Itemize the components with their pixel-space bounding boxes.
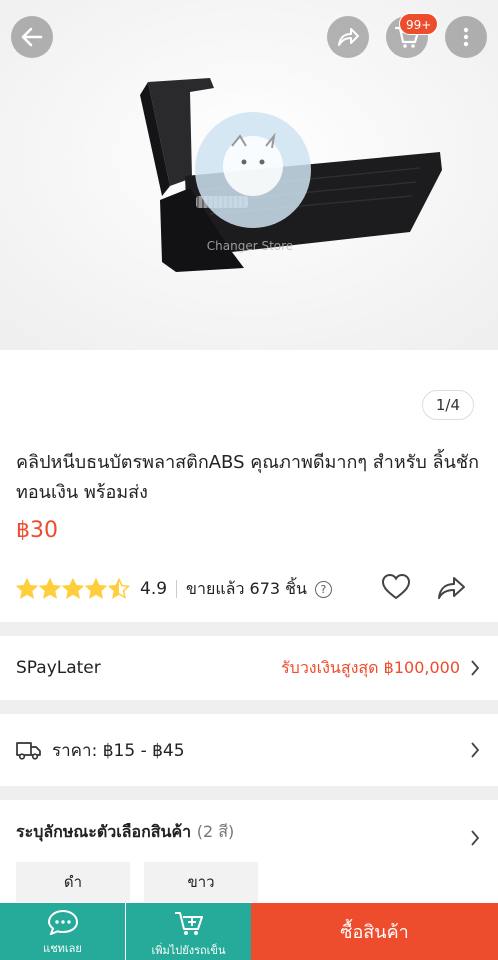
spaylater-row[interactable]: SPayLater รับวงเงินสูงสุด ฿100,000 xyxy=(0,636,498,700)
variant-title: ระบุลักษณะตัวเลือกสินค้า (2 สี) xyxy=(16,820,234,845)
truck-icon xyxy=(16,742,41,760)
section-gap xyxy=(0,700,498,714)
share-button[interactable] xyxy=(327,16,369,58)
cart-count-badge: 99+ xyxy=(399,13,439,35)
variant-count: (2 สี) xyxy=(196,822,235,841)
star-icon xyxy=(16,578,38,599)
back-button[interactable] xyxy=(11,16,53,58)
rating-row: 4.9 ขายแล้ว 673 ชิ้น ? xyxy=(16,571,486,604)
chat-icon xyxy=(47,909,78,935)
more-vertical-icon xyxy=(463,27,469,47)
product-title: คลิปหนีบธนบัตรพลาสติกABS คุณภาพดีมากๆ สำ… xyxy=(16,452,479,503)
divider xyxy=(176,580,178,598)
variant-option-white[interactable]: ขาว xyxy=(144,862,258,902)
spaylater-label: SPayLater xyxy=(16,658,101,678)
rating-stars xyxy=(16,578,131,600)
section-gap xyxy=(0,622,498,636)
star-icon xyxy=(39,578,61,599)
buy-now-label: ซื้อสินค้า xyxy=(340,922,409,943)
add-to-cart-button[interactable]: เพิ่มไปยังรถเข็น xyxy=(126,903,251,960)
chevron-right-icon xyxy=(471,830,480,846)
star-icon xyxy=(62,578,84,599)
back-arrow-icon xyxy=(21,27,43,47)
share-icon xyxy=(338,28,359,46)
rating-value: 4.9 xyxy=(140,579,168,599)
buy-now-button[interactable]: ซื้อสินค้า xyxy=(251,903,498,960)
share-icon[interactable] xyxy=(436,571,468,603)
product-photo: Changer Store xyxy=(0,0,498,350)
add-to-cart-icon xyxy=(174,912,203,935)
shipping-price: ราคา: ฿15 - ฿45 xyxy=(52,740,185,761)
variant-title-text: ระบุลักษณะตัวเลือกสินค้า xyxy=(16,822,192,841)
chat-label: แชทเลย xyxy=(43,942,82,955)
help-icon[interactable]: ? xyxy=(314,580,332,598)
add-to-cart-label: เพิ่มไปยังรถเข็น xyxy=(151,944,226,957)
chevron-right-icon xyxy=(471,660,480,676)
star-icon xyxy=(108,578,130,599)
chevron-right-icon xyxy=(471,742,480,758)
product-image-gallery[interactable]: Changer Store 99+ xyxy=(0,0,498,350)
bottom-action-bar: แชทเลย เพิ่มไปยังรถเข็น ซื้อสินค้า xyxy=(0,903,498,960)
image-counter: 1/4 xyxy=(421,390,474,420)
chat-button[interactable]: แชทเลย xyxy=(0,903,125,960)
sold-count: ขายแล้ว 673 ชิ้น xyxy=(186,578,307,598)
variant-option-black[interactable]: ดำ xyxy=(16,862,130,902)
spaylater-promo: รับวงเงินสูงสุด ฿100,000 xyxy=(281,657,460,677)
more-options-button[interactable] xyxy=(445,16,487,58)
product-price: ฿30 xyxy=(16,518,58,543)
star-icon xyxy=(85,578,107,599)
heart-icon[interactable] xyxy=(380,571,412,603)
watermark-text: Changer Store xyxy=(207,239,293,253)
shipping-row[interactable]: ราคา: ฿15 - ฿45 xyxy=(0,714,498,786)
section-gap xyxy=(0,786,498,800)
